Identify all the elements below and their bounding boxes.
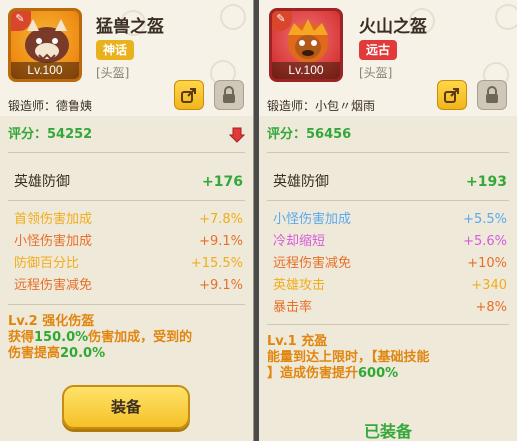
stat-value: +9.1% [199,234,243,249]
lock-button[interactable] [477,80,507,110]
rarity-badge: 远古 [359,40,398,60]
stat-row: 小怪伤害加成 +9.1% [14,232,243,252]
skill-title: Lv.2 强化伤盔 [8,314,95,329]
skill-highlight: 150.0% [34,330,89,345]
divider [267,200,509,201]
equipped-label: 已装备 [363,422,412,441]
stat-label: 防御百分比 [14,256,80,271]
stat-label: 首领伤害加成 [14,212,93,227]
stat-row: 远程伤害减免 +9.1% [14,276,243,296]
item-level: Lv.100 [272,62,340,79]
slot-label: [头盔] [96,66,130,80]
item-name: 猛兽之盔 [96,17,164,37]
slot-label: [头盔] [359,66,393,80]
share-icon [444,88,459,103]
main-stat-label: 英雄防御 [273,174,329,190]
lock-icon [223,86,235,103]
stat-row: 小怪伤害加成 +5.5% [273,210,507,230]
stat-value: +10% [467,256,507,271]
divider [8,304,245,305]
stat-row: 防御百分比 +15.5% [14,254,243,274]
score-down-arrow-icon [229,127,245,143]
rarity-badge: 神话 [96,40,135,60]
skill-desc-line: 获得150.0%伤害加成，受到的 [8,330,245,346]
skill-desc-text: 伤害加成，受到的 [88,330,193,345]
stat-row: 英雄攻击 +340 [273,276,507,296]
smith-label: 锻造师：小包〃烟雨 [267,99,376,113]
stat-value: +5.6% [463,234,507,249]
item-card-current: ✎ Lv.100 猛兽之盔 神话 [头盔] 锻造师：德鲁姨 评分：54252 英… [0,0,254,441]
main-stat-value: +176 [202,174,243,190]
skill-highlight: 600% [358,366,399,381]
item-portrait[interactable]: ✎ Lv.100 [8,8,82,82]
skill-desc-text: 获得 [8,330,35,345]
stat-value: +7.8% [199,212,243,227]
skill-desc-line: 伤害提高20.0% [8,346,245,362]
item-name: 火山之盔 [359,17,427,37]
skill-title: Lv.1 充盈 [267,334,328,349]
main-stat-value: +193 [466,174,507,190]
stat-label: 远程伤害减免 [273,256,352,271]
divider [8,200,245,201]
stat-row: 远程伤害减免 +10% [273,254,507,274]
item-card-equipped: ✎ Lv.100 火山之盔 远古 [头盔] 锻造师：小包〃烟雨 评分：56456… [259,0,517,441]
main-stat-row: 英雄防御 +193 [273,172,507,192]
skill-highlight: 20.0% [60,346,106,361]
stat-label: 冷却缩短 [273,234,326,249]
stat-row: 首领伤害加成 +7.8% [14,210,243,230]
skill-box: Lv.1 充盈 能量到达上限时，【基础技能 】造成伤害提升600% [267,334,509,382]
share-button[interactable] [437,80,467,110]
divider [267,152,509,153]
lock-icon [486,86,498,103]
item-level: Lv.100 [11,62,79,79]
skill-desc-text: 】造成伤害提升 [267,366,359,381]
divider [267,324,509,325]
lock-button[interactable] [214,80,244,110]
stat-row: 冷却缩短 +5.6% [273,232,507,252]
stat-value: +340 [471,278,507,293]
score-value: 评分：56456 [267,127,352,142]
stat-row: 暴击率 +8% [273,298,507,318]
stat-value: +15.5% [190,256,243,271]
stat-label: 小怪伤害加成 [14,234,93,249]
main-stat-label: 英雄防御 [14,174,70,190]
skill-desc-line: 能量到达上限时，【基础技能 [267,350,430,365]
skill-desc-text: 伤害提高 [8,346,61,361]
stat-label: 暴击率 [273,300,313,315]
stat-value: +9.1% [199,278,243,293]
smith-label: 锻造师：德鲁姨 [8,99,93,113]
divider [8,152,245,153]
item-portrait[interactable]: ✎ Lv.100 [269,8,343,82]
score-row: 评分：54252 [8,122,245,148]
share-icon [181,88,196,103]
stat-value: +8% [475,300,507,315]
main-stat-row: 英雄防御 +176 [14,172,243,192]
score-value: 评分：54252 [8,127,93,142]
stat-value: +5.5% [463,212,507,227]
stat-label: 小怪伤害加成 [273,212,352,227]
stat-label: 英雄攻击 [273,278,326,293]
equip-button[interactable]: 装备 [62,385,190,429]
share-button[interactable] [174,80,204,110]
stat-label: 远程伤害减免 [14,278,93,293]
score-row: 评分：56456 [267,122,509,148]
skill-box: Lv.2 强化伤盔 获得150.0%伤害加成，受到的 伤害提高20.0% [8,314,245,362]
skill-desc-line: 】造成伤害提升600% [267,366,509,382]
